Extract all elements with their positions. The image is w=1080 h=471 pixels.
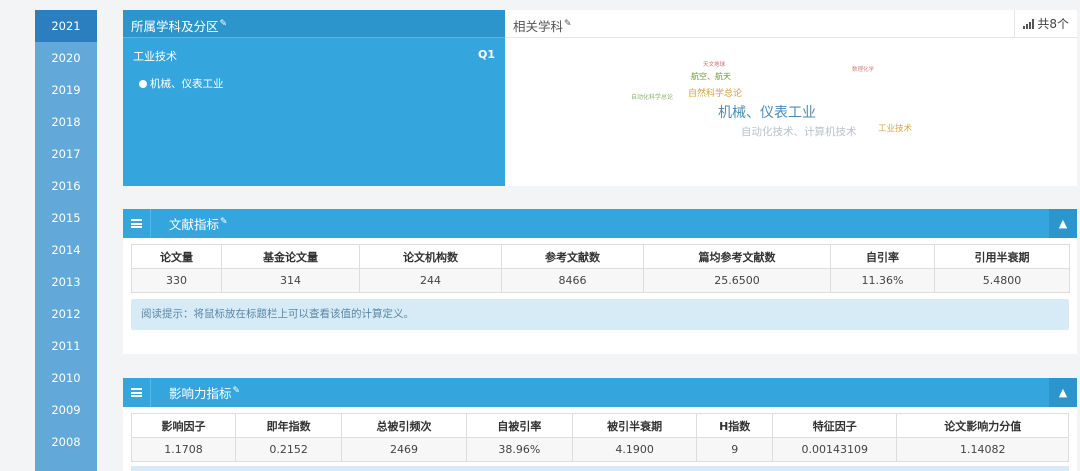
- year-item-2018[interactable]: 2018: [35, 106, 97, 138]
- cloud-word[interactable]: 天文地球: [703, 60, 725, 68]
- table-header-cell[interactable]: 篇均参考文献数: [643, 244, 831, 269]
- pencil-icon: ✎: [232, 385, 241, 396]
- table-header-cell[interactable]: H指数: [696, 413, 773, 438]
- table-header-cell[interactable]: 自引率: [830, 244, 935, 269]
- year-item-2010[interactable]: 2010: [35, 362, 97, 394]
- pencil-icon: ✎: [220, 216, 228, 227]
- subject-zone-title: 所属学科及分区: [131, 19, 219, 35]
- literature-section-header[interactable]: 文献指标✎ ▲: [123, 209, 1077, 238]
- year-item-2011[interactable]: 2011: [35, 330, 97, 362]
- table-cell: 25.6500: [643, 268, 831, 293]
- year-item-2019[interactable]: 2019: [35, 74, 97, 106]
- pencil-icon: ✎: [219, 19, 228, 29]
- year-item-2020[interactable]: 2020: [35, 42, 97, 74]
- signal-bars-icon: [1023, 19, 1035, 29]
- cloud-word[interactable]: 工业技术: [878, 122, 912, 134]
- cloud-word[interactable]: 机械、仪表工业: [718, 102, 816, 122]
- cloud-word[interactable]: 自动化技术、计算机技术: [741, 124, 857, 139]
- table-cell: 330: [131, 268, 222, 293]
- year-item-2015[interactable]: 2015: [35, 202, 97, 234]
- literature-table: 论文量 基金论文量 论文机构数 参考文献数 篇均参考文献数 自引率 引用半衰期 330 314…: [131, 244, 1070, 293]
- table-header-cell[interactable]: 影响因子: [130, 413, 237, 438]
- table-header-cell[interactable]: 论文影响力分值: [896, 413, 1069, 438]
- table-cell: 38.96%: [465, 437, 573, 462]
- table-header-cell[interactable]: 论文机构数: [359, 244, 502, 269]
- subject-zone-panel: 所属学科及分区✎ 工业技术 Q1 机械、仪表工业: [123, 10, 505, 186]
- table-header-cell[interactable]: 即年指数: [235, 413, 343, 438]
- subject-category: 工业技术: [133, 50, 177, 63]
- table-header-cell[interactable]: 自被引率: [465, 413, 573, 438]
- table-cell: 1.14082: [896, 437, 1069, 462]
- table-cell: 314: [221, 268, 360, 293]
- related-count[interactable]: 共8个: [1014, 10, 1077, 38]
- year-item-2013[interactable]: 2013: [35, 266, 97, 298]
- word-cloud: 机械、仪表工业自动化技术、计算机技术 自然科学总论 航空、航天工业技术 天文地球自动化…: [505, 38, 1077, 186]
- table-cell: 244: [359, 268, 502, 293]
- chevron-up-icon[interactable]: ▲: [1049, 378, 1077, 407]
- table-cell: 4.1900: [571, 437, 698, 462]
- year-item-2012[interactable]: 2012: [35, 298, 97, 330]
- impact-table: 影响因子 即年指数 总被引频次 自被引率 被引半衰期 H指数 特征因子 论文影响力分值 1.1…: [130, 413, 1069, 462]
- impact-section-header[interactable]: 影响力指标✎ ▲: [123, 378, 1077, 407]
- pencil-icon: ✎: [564, 19, 572, 29]
- cloud-word[interactable]: 自动化科学总论: [631, 92, 673, 101]
- year-item-2021[interactable]: 2021: [35, 10, 97, 42]
- table-cell: 11.36%: [830, 268, 935, 293]
- impact-section-title: 影响力指标✎: [169, 385, 241, 401]
- table-cell: 2469: [341, 437, 467, 462]
- table-cell: 9: [696, 437, 773, 462]
- subject-category-row: 工业技术 Q1: [123, 38, 505, 64]
- year-item-2014[interactable]: 2014: [35, 234, 97, 266]
- reading-tip: 阅读提示：将鼠标放在标题栏上可以查看该值的计算定义。: [131, 299, 1069, 330]
- impact-tip-bar: [131, 466, 1069, 471]
- table-cell: 5.4800: [934, 268, 1070, 293]
- table-header-cell[interactable]: 基金论文量: [221, 244, 360, 269]
- menu-icon[interactable]: [123, 378, 151, 407]
- table-cell: 1.1708: [130, 437, 237, 462]
- related-subjects-header: 相关学科✎ 共8个: [505, 10, 1077, 38]
- subject-zone-header: 所属学科及分区✎: [123, 10, 505, 38]
- year-item-2009[interactable]: 2009: [35, 394, 97, 426]
- table-cell: 8466: [501, 268, 644, 293]
- subject-zone: Q1: [477, 48, 495, 61]
- chevron-up-icon[interactable]: ▲: [1049, 209, 1077, 238]
- literature-section: 文献指标✎ ▲ 论文量 基金论文量 论文机构数 参考文献数 篇均参考文献数 自引率 引用半衰…: [123, 209, 1077, 354]
- table-header-cell[interactable]: 特征因子: [771, 413, 898, 438]
- cloud-word[interactable]: 自然科学总论: [688, 86, 742, 99]
- cloud-word[interactable]: 航空、航天: [691, 71, 731, 82]
- table-header-cell[interactable]: 被引半衰期: [571, 413, 698, 438]
- subject-sub-label: 机械、仪表工业: [150, 78, 224, 90]
- literature-section-title: 文献指标✎: [169, 216, 228, 232]
- impact-section: 影响力指标✎ ▲ 影响因子 即年指数 总被引频次 自被引率 被引半衰期 H指数 特征因子 论文…: [123, 378, 1077, 471]
- table-cell: 0.2152: [235, 437, 343, 462]
- year-item-2017[interactable]: 2017: [35, 138, 97, 170]
- table-header-cell[interactable]: 总被引频次: [341, 413, 467, 438]
- subject-sub-item[interactable]: 机械、仪表工业: [123, 64, 505, 91]
- menu-icon[interactable]: [123, 209, 151, 238]
- related-subjects-title: 相关学科: [513, 19, 564, 35]
- related-subjects-panel: 相关学科✎ 共8个 机械、仪表工业自动化技术、计算机技术 自然科学总论 航空、航天工…: [505, 10, 1077, 186]
- bullet-icon: [139, 79, 147, 88]
- year-item-2016[interactable]: 2016: [35, 170, 97, 202]
- related-count-label: 共8个: [1037, 17, 1069, 31]
- table-cell: 0.00143109: [771, 437, 898, 462]
- cloud-word[interactable]: 数理化学: [852, 65, 874, 73]
- table-header-cell[interactable]: 引用半衰期: [934, 244, 1070, 269]
- year-item-2008[interactable]: 2008: [35, 426, 97, 458]
- table-header-cell[interactable]: 参考文献数: [501, 244, 644, 269]
- year-sidebar: 2021 2020 2019 2018 2017 2016 2015 2014 2013 2012…: [35, 10, 97, 471]
- table-header-cell[interactable]: 论文量: [131, 244, 222, 269]
